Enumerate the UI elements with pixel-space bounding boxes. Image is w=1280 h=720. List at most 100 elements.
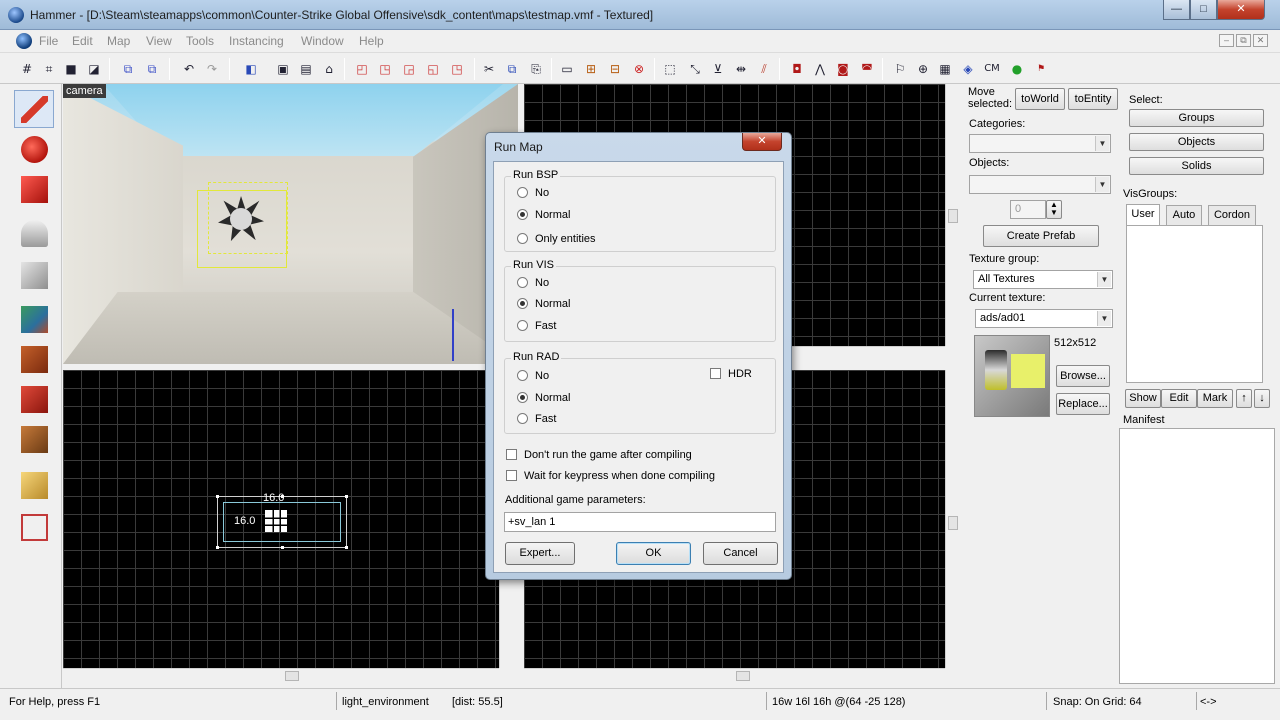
group-icon[interactable]: ▣ bbox=[274, 60, 292, 78]
menu-help[interactable]: Help bbox=[359, 34, 384, 48]
params-input[interactable]: +sv_lan 1 bbox=[504, 512, 776, 532]
vis-normal-radio[interactable]: Normal bbox=[517, 298, 570, 310]
compile-icon[interactable]: ● bbox=[1008, 60, 1026, 78]
copy-icon[interactable]: ⧉ bbox=[503, 60, 521, 78]
bsp-only-entities-radio[interactable]: Only entities bbox=[517, 233, 596, 245]
spinner-stepper[interactable]: ▲ ▼ bbox=[1046, 200, 1062, 219]
menu-instancing[interactable]: Instancing bbox=[229, 34, 284, 48]
tab-cordon[interactable]: Cordon bbox=[1208, 205, 1256, 225]
scale-icon[interactable]: ⊞ bbox=[582, 60, 600, 78]
clipping-tool[interactable] bbox=[14, 466, 54, 504]
hollow-icon[interactable]: ◰ bbox=[353, 60, 371, 78]
cancel-button[interactable]: Cancel bbox=[703, 542, 778, 565]
minimize-button[interactable]: — bbox=[1163, 0, 1190, 20]
bottom-left-hscrollbar[interactable] bbox=[63, 668, 499, 682]
hide-icon[interactable]: ⧉ bbox=[119, 60, 137, 78]
dont-run-checkbox[interactable]: Don't run the game after compiling bbox=[506, 449, 692, 461]
browse-button[interactable]: Browse... bbox=[1056, 365, 1110, 387]
menu-edit[interactable]: Edit bbox=[72, 34, 93, 48]
replace-button[interactable]: Replace... bbox=[1056, 393, 1110, 415]
grid-move-icon[interactable]: ◪ bbox=[85, 60, 103, 78]
clip-icon[interactable]: ⫽ bbox=[755, 60, 773, 78]
texture-apply2-icon[interactable]: ◳ bbox=[448, 60, 466, 78]
flip-icon[interactable]: ⊗ bbox=[630, 60, 648, 78]
menu-view[interactable]: View bbox=[146, 34, 172, 48]
cordon-icon[interactable]: ⌂ bbox=[320, 60, 338, 78]
light-entity-icon[interactable] bbox=[265, 510, 287, 532]
cut-icon[interactable]: ✂ bbox=[480, 60, 498, 78]
mdi-minimize-button[interactable]: – bbox=[1219, 34, 1234, 47]
texture-preview[interactable] bbox=[974, 335, 1050, 417]
cm-button[interactable]: CM bbox=[981, 60, 1003, 78]
path-icon[interactable]: ◘ bbox=[788, 60, 806, 78]
entity-tool[interactable] bbox=[14, 214, 54, 252]
bottom-left-2d-viewport[interactable]: 16.0 16.0 bbox=[63, 370, 499, 668]
maximize-button[interactable]: □ bbox=[1190, 0, 1217, 20]
vis-no-radio[interactable]: No bbox=[517, 277, 549, 289]
run-map-icon[interactable]: ⚑ bbox=[1032, 60, 1050, 78]
lights-icon[interactable]: ◚ bbox=[858, 60, 876, 78]
apply-texture-tool[interactable] bbox=[14, 340, 54, 378]
show-icon[interactable]: ⧉ bbox=[143, 60, 161, 78]
edit-button[interactable]: Edit bbox=[1161, 389, 1197, 408]
camera-label[interactable]: camera bbox=[63, 84, 106, 98]
models-icon[interactable]: ◙ bbox=[834, 60, 852, 78]
calculator-icon[interactable]: ▦ bbox=[936, 60, 954, 78]
document-icon[interactable] bbox=[16, 33, 32, 49]
vertex-tool[interactable] bbox=[14, 508, 54, 546]
menu-map[interactable]: Map bbox=[107, 34, 130, 48]
paste-icon[interactable]: ⎘ bbox=[527, 60, 545, 78]
to-entity-button[interactable]: toEntity bbox=[1068, 88, 1118, 110]
decal-icon[interactable]: ⊻ bbox=[709, 60, 727, 78]
camera-tool[interactable] bbox=[14, 170, 54, 208]
dialog-close-button[interactable]: ✕ bbox=[742, 133, 782, 151]
manifest-list[interactable] bbox=[1119, 428, 1275, 684]
top-right-vscrollbar[interactable] bbox=[945, 84, 959, 346]
close-button[interactable]: ✕ bbox=[1217, 0, 1265, 20]
select-icon[interactable]: ▭ bbox=[558, 60, 576, 78]
sprites-icon[interactable]: ⚐ bbox=[891, 60, 909, 78]
texture-apply-icon[interactable]: ◱ bbox=[424, 60, 442, 78]
tab-auto[interactable]: Auto bbox=[1166, 205, 1202, 225]
ungroup-icon[interactable]: ▤ bbox=[297, 60, 315, 78]
vis-fast-radio[interactable]: Fast bbox=[517, 320, 556, 332]
grid-square-icon[interactable]: ■ bbox=[62, 60, 80, 78]
bottom-right-vscrollbar[interactable] bbox=[945, 370, 959, 668]
wait-keypress-checkbox[interactable]: Wait for keypress when done compiling bbox=[506, 470, 715, 482]
groups-button[interactable]: Groups bbox=[1129, 109, 1264, 127]
texture-lock-icon[interactable]: ◳ bbox=[376, 60, 394, 78]
bsp-normal-radio[interactable]: Normal bbox=[517, 209, 570, 221]
vertex-icon[interactable]: ⬚ bbox=[661, 60, 679, 78]
texture-group-select[interactable]: All Textures ▼ bbox=[973, 270, 1113, 289]
ok-button[interactable]: OK bbox=[616, 542, 691, 565]
entity-report-icon[interactable]: ◈ bbox=[959, 60, 977, 78]
mdi-restore-button[interactable]: ⧉ bbox=[1236, 34, 1251, 47]
visgroups-list[interactable] bbox=[1126, 225, 1263, 383]
rad-fast-radio[interactable]: Fast bbox=[517, 413, 556, 425]
menu-window[interactable]: Window bbox=[301, 34, 344, 48]
cubemap-icon[interactable]: ⊕ bbox=[914, 60, 932, 78]
solids-button[interactable]: Solids bbox=[1129, 157, 1264, 175]
grid-icon[interactable]: # bbox=[18, 60, 36, 78]
texture-tool[interactable] bbox=[14, 300, 54, 338]
redo-icon[interactable]: ↷ bbox=[203, 60, 221, 78]
move-down-icon[interactable]: ↓ bbox=[1254, 389, 1270, 408]
hdr-checkbox[interactable]: HDR bbox=[710, 368, 752, 380]
selection-tool[interactable] bbox=[14, 90, 54, 128]
tab-user[interactable]: User bbox=[1126, 204, 1160, 225]
menu-tools[interactable]: Tools bbox=[186, 34, 214, 48]
rad-no-radio[interactable]: No bbox=[517, 370, 549, 382]
paste-special-icon[interactable]: ◲ bbox=[400, 60, 418, 78]
current-texture-select[interactable]: ads/ad01 ▼ bbox=[975, 309, 1113, 328]
decal-tool[interactable] bbox=[14, 380, 54, 418]
run-icon[interactable]: ⋀ bbox=[811, 60, 829, 78]
mark-button[interactable]: Mark bbox=[1197, 389, 1233, 408]
hammer-app-icon[interactable] bbox=[8, 7, 24, 23]
align-icon[interactable]: ⊟ bbox=[606, 60, 624, 78]
objects-button[interactable]: Objects bbox=[1129, 133, 1264, 151]
overlay-icon[interactable]: ⇹ bbox=[732, 60, 750, 78]
menu-file[interactable]: File bbox=[39, 34, 58, 48]
bsp-no-radio[interactable]: No bbox=[517, 187, 549, 199]
undo-icon[interactable]: ↶ bbox=[180, 60, 198, 78]
objects-select[interactable]: ▼ bbox=[969, 175, 1111, 194]
